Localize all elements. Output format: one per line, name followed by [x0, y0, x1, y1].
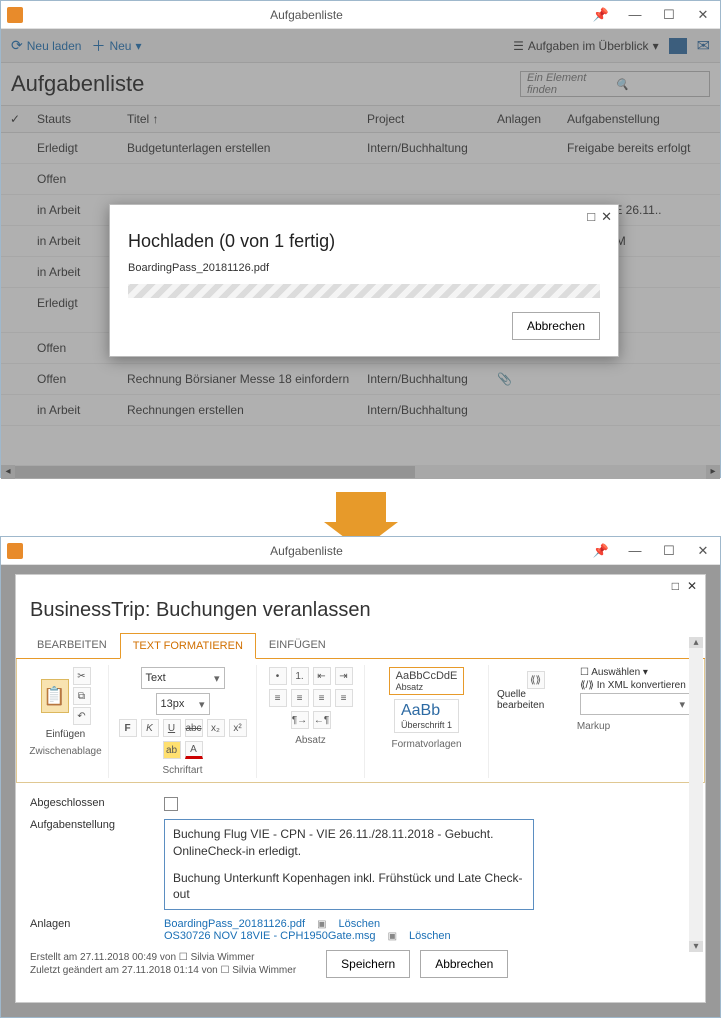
cut-icon[interactable]: ✂: [73, 667, 91, 685]
panel-close-icon[interactable]: ✕: [687, 579, 697, 593]
bold-icon[interactable]: F: [119, 719, 137, 737]
source-icon: ⟪⟫: [527, 671, 545, 689]
flow-arrow-icon: [0, 478, 721, 536]
delete-attachment-2[interactable]: Löschen: [409, 930, 451, 942]
upload-title: Hochladen (0 von 1 fertig): [110, 229, 618, 262]
align-center-icon[interactable]: ≡: [291, 689, 309, 707]
panel-title: BusinessTrip: Buchungen veranlassen: [16, 597, 705, 632]
upload-cancel-button[interactable]: Abbrechen: [512, 312, 600, 340]
indent-icon[interactable]: ⇥: [335, 667, 353, 685]
font-size-select[interactable]: 13px: [156, 693, 210, 715]
vertical-scrollbar[interactable]: [689, 637, 703, 952]
align-justify-icon[interactable]: ≡: [335, 689, 353, 707]
completed-label: Abgeschlossen: [30, 797, 150, 809]
italic-icon[interactable]: K: [141, 719, 159, 737]
edit-source-button[interactable]: ⟪⟫ Quelle bearbeiten: [497, 671, 574, 711]
remove-icon: ▣: [317, 919, 326, 930]
font-name-select[interactable]: Text: [141, 667, 225, 689]
task-panel: □ ✕ BusinessTrip: Buchungen veranlassen …: [15, 574, 706, 1003]
task-textarea[interactable]: Buchung Flug VIE - CPN - VIE 26.11./28.1…: [164, 819, 534, 910]
ltr-icon[interactable]: ¶→: [291, 711, 309, 729]
strike-icon[interactable]: abc: [185, 719, 203, 737]
dialog-maximize-icon[interactable]: □: [587, 209, 595, 225]
minimize-button[interactable]: —: [618, 1, 652, 29]
attach-label: Anlagen: [30, 918, 150, 930]
upload-dialog: □ ✕ Hochladen (0 von 1 fertig) BoardingP…: [109, 204, 619, 357]
ribbon-group-styles: Formatvorlagen: [391, 739, 461, 750]
upload-filename: BoardingPass_20181126.pdf: [110, 262, 618, 284]
maximize-button[interactable]: ☐: [652, 1, 686, 29]
delete-attachment-1[interactable]: Löschen: [339, 918, 381, 930]
ribbon-group-font: Schriftart: [162, 765, 202, 776]
titlebar: Aufgabenliste 📌 — ☐ ✕: [1, 537, 720, 565]
window-title: Aufgabenliste: [29, 8, 584, 22]
task-label: Aufgabenstellung: [30, 819, 150, 831]
copy-icon[interactable]: ⧉: [73, 687, 91, 705]
tab-insert[interactable]: EINFÜGEN: [256, 632, 339, 658]
remove-icon: ▣: [388, 931, 397, 942]
task-form: Abgeschlossen Aufgabenstellung Buchung F…: [16, 793, 705, 946]
underline-icon[interactable]: U: [163, 719, 181, 737]
tab-format[interactable]: TEXT FORMATIEREN: [120, 633, 256, 659]
app-icon: [7, 543, 23, 559]
lang-select[interactable]: [580, 693, 690, 715]
convert-xml-button[interactable]: ⟪/⟫ In XML konvertieren: [580, 680, 690, 691]
close-button[interactable]: ✕: [686, 537, 720, 565]
pin-icon[interactable]: 📌: [584, 1, 618, 29]
rtl-icon[interactable]: ←¶: [313, 711, 331, 729]
ribbon: ✂ ⧉ ↶ Einfügen Zwischenablage Text 13px …: [16, 659, 705, 783]
meta-footer: Erstellt am 27.11.2018 00:49 von ☐ Silvi…: [16, 946, 705, 982]
superscript-icon[interactable]: x²: [229, 719, 247, 737]
top-window: Aufgabenliste 📌 — ☐ ✕ ⟳Neu laden ＋Neu ▾ …: [0, 0, 721, 478]
attachment-link-1[interactable]: BoardingPass_20181126.pdf: [164, 918, 305, 930]
upload-progress-bar: [128, 284, 600, 298]
highlight-icon[interactable]: ab: [163, 741, 181, 759]
style-absatz[interactable]: AaBbCcDdE Absatz: [389, 667, 465, 695]
completed-checkbox[interactable]: [164, 797, 178, 811]
subscript-icon[interactable]: x₂: [207, 719, 225, 737]
app-icon: [7, 7, 23, 23]
maximize-button[interactable]: ☐: [652, 537, 686, 565]
panel-maximize-icon[interactable]: □: [672, 579, 679, 593]
align-left-icon[interactable]: ≡: [269, 689, 287, 707]
numbering-icon[interactable]: 1.: [291, 667, 309, 685]
style-heading1[interactable]: AaBb Überschrift 1: [394, 699, 459, 733]
pin-icon[interactable]: 📌: [584, 537, 618, 565]
tab-edit[interactable]: BEARBEITEN: [24, 632, 120, 658]
ribbon-group-paragraph: Absatz: [295, 735, 326, 746]
titlebar: Aufgabenliste 📌 — ☐ ✕: [1, 1, 720, 29]
cancel-button[interactable]: Abbrechen: [420, 950, 508, 978]
tabstrip: BEARBEITEN TEXT FORMATIEREN EINFÜGEN: [16, 632, 705, 659]
minimize-button[interactable]: —: [618, 537, 652, 565]
ribbon-group-markup: Markup: [577, 721, 610, 732]
save-button[interactable]: Speichern: [326, 950, 410, 978]
created-text: Erstellt am 27.11.2018 00:49 von ☐ Silvi…: [30, 952, 296, 963]
paste-icon[interactable]: [41, 679, 69, 713]
dialog-close-icon[interactable]: ✕: [601, 209, 612, 225]
font-color-icon[interactable]: A: [185, 741, 203, 759]
close-button[interactable]: ✕: [686, 1, 720, 29]
modified-text: Zuletzt geändert am 27.11.2018 01:14 von…: [30, 965, 296, 976]
outdent-icon[interactable]: ⇤: [313, 667, 331, 685]
select-dropdown[interactable]: ☐ Auswählen ▾: [580, 667, 690, 678]
paste-label: Einfügen: [46, 729, 85, 740]
undo-icon[interactable]: ↶: [73, 707, 91, 725]
bullets-icon[interactable]: •: [269, 667, 287, 685]
ribbon-group-clipboard: Zwischenablage: [29, 746, 101, 757]
attachment-link-2[interactable]: OS30726 NOV 18VIE - CPH1950Gate.msg: [164, 930, 376, 942]
align-right-icon[interactable]: ≡: [313, 689, 331, 707]
window-title: Aufgabenliste: [29, 544, 584, 558]
bottom-window: Aufgabenliste 📌 — ☐ ✕ □ ✕ BusinessTrip: …: [0, 536, 721, 1018]
